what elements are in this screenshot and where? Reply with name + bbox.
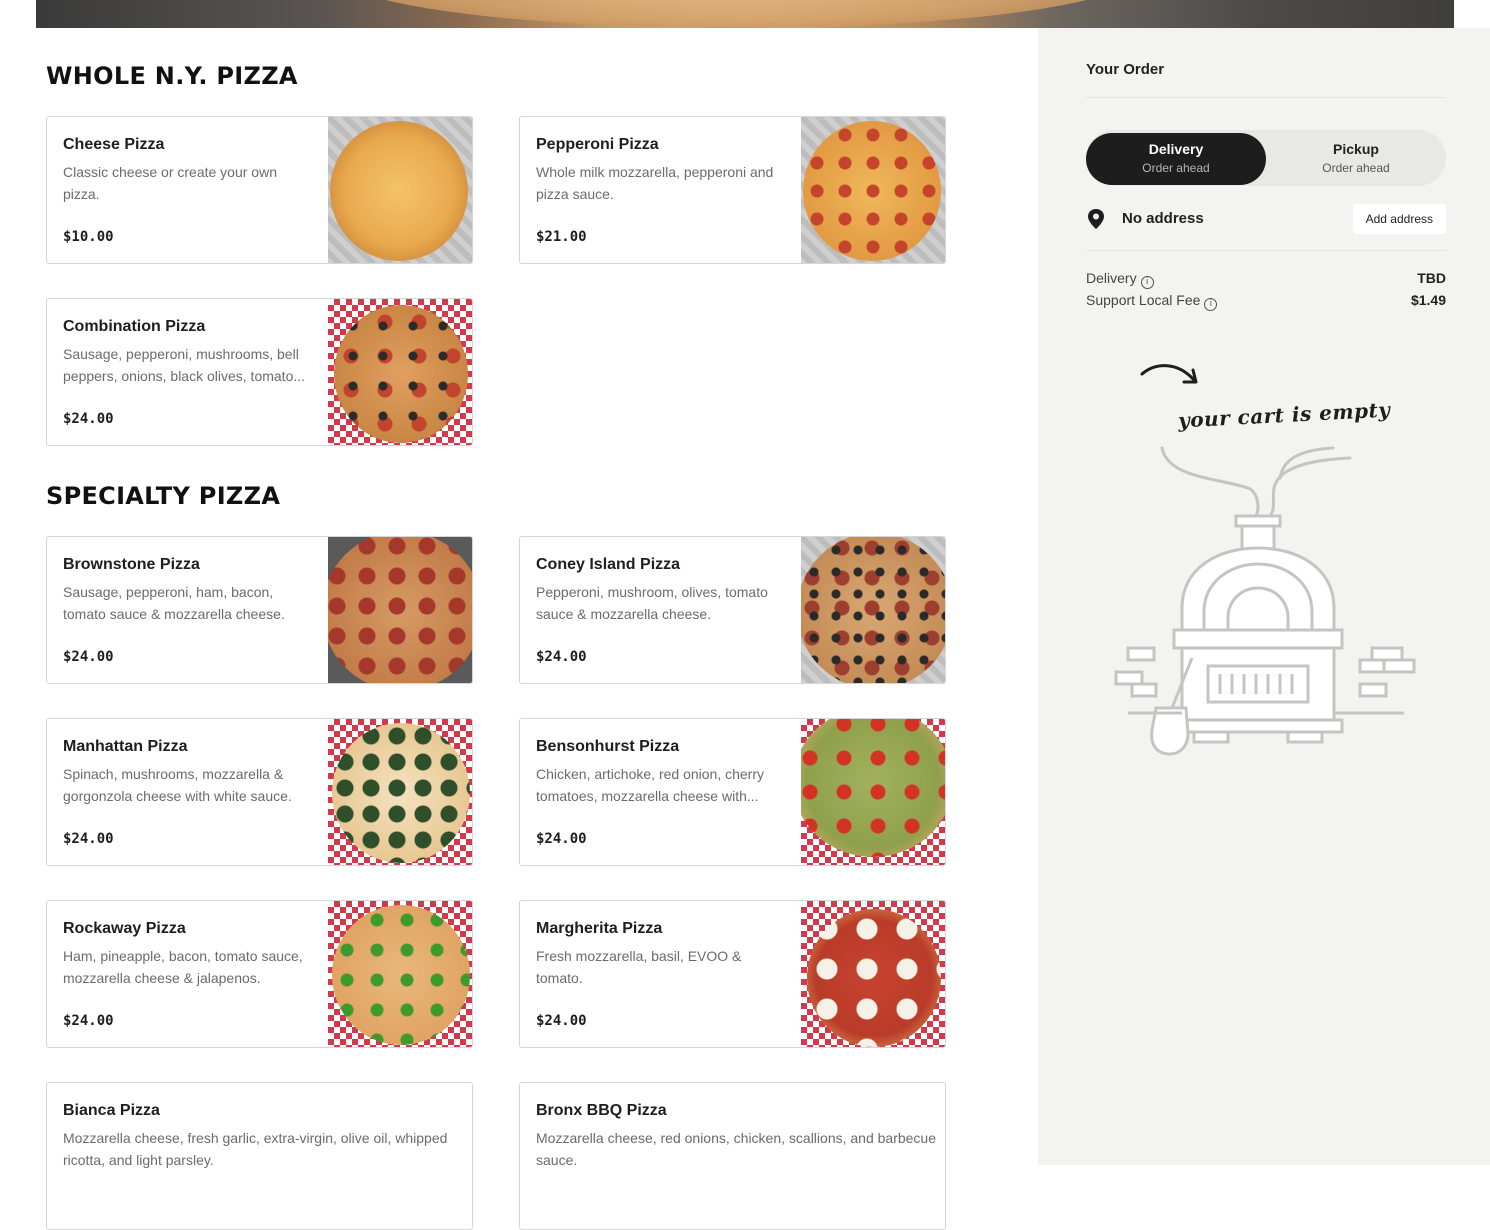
divider <box>1086 250 1446 251</box>
menu-item-margherita-pizza[interactable]: Margherita Pizza Fresh mozzarella, basil… <box>519 900 946 1048</box>
item-image <box>328 719 472 865</box>
item-description: Sausage, pepperoni, mushrooms, bell pepp… <box>63 346 306 384</box>
item-name: Rockaway Pizza <box>63 920 186 937</box>
item-name: Manhattan Pizza <box>63 738 188 755</box>
item-price: $24.00 <box>63 1013 114 1029</box>
menu-item-coney-island-pizza[interactable]: Coney Island Pizza Pepperoni, mushroom, … <box>519 536 946 684</box>
item-name: Bensonhurst Pizza <box>536 738 680 755</box>
menu-item-rockaway-pizza[interactable]: Rockaway Pizza Ham, pineapple, bacon, to… <box>46 900 473 1048</box>
pickup-option-sub: Order ahead <box>1322 161 1390 175</box>
divider <box>1086 97 1446 98</box>
item-price: $24.00 <box>536 1013 587 1029</box>
item-description: Fresh mozzarella, basil, EVOO & tomato. <box>536 948 742 986</box>
item-price: $24.00 <box>536 831 587 847</box>
menu-item-manhattan-pizza[interactable]: Manhattan Pizza Spinach, mushrooms, mozz… <box>46 718 473 866</box>
item-name: Coney Island Pizza <box>536 556 681 573</box>
fee-row-support-local: Support Local Fee i $1.49 <box>1086 292 1446 312</box>
item-image <box>801 719 945 865</box>
map-pin-icon <box>1086 208 1106 235</box>
menu-main: WHOLE N.Y. PIZZA Cheese Pizza Classic ch… <box>0 28 1038 1230</box>
address-text: No address <box>1122 210 1204 227</box>
menu-item-brownstone-pizza[interactable]: Brownstone Pizza Sausage, pepperoni, ham… <box>46 536 473 684</box>
fee-value: $1.49 <box>1410 292 1446 308</box>
item-name: Pepperoni Pizza <box>536 136 659 153</box>
item-image <box>328 299 472 445</box>
item-description: Pepperoni, mushroom, olives, tomato sauc… <box>536 584 768 622</box>
info-icon[interactable]: i <box>1204 298 1218 311</box>
item-description: Chicken, artichoke, red onion, cherry to… <box>536 766 764 804</box>
item-name: Cheese Pizza <box>63 136 165 153</box>
item-name: Combination Pizza <box>63 318 206 335</box>
delivery-option[interactable]: Delivery Order ahead <box>1086 133 1266 185</box>
item-price: $10.00 <box>63 229 114 245</box>
item-image <box>328 901 472 1047</box>
fee-label: Support Local Fee <box>1086 292 1201 308</box>
item-description: Sausage, pepperoni, ham, bacon, tomato s… <box>63 584 285 622</box>
pickup-option[interactable]: Pickup Order ahead <box>1266 133 1446 185</box>
section-title-whole-ny-pizza: WHOLE N.Y. PIZZA <box>46 62 298 90</box>
add-address-button[interactable]: Add address <box>1352 204 1446 234</box>
fulfillment-toggle: Delivery Order ahead Pickup Order ahead <box>1086 130 1446 186</box>
item-image <box>328 537 472 683</box>
menu-item-pepperoni-pizza[interactable]: Pepperoni Pizza Whole milk mozzarella, p… <box>519 116 946 264</box>
menu-item-bianca-pizza[interactable]: Bianca Pizza Mozzarella cheese, fresh ga… <box>46 1082 473 1230</box>
item-name: Bianca Pizza <box>63 1102 160 1119</box>
item-name: Bronx BBQ Pizza <box>536 1102 667 1119</box>
item-image <box>801 901 945 1047</box>
hero-banner-image <box>36 0 1454 28</box>
item-name: Brownstone Pizza <box>63 556 200 573</box>
item-description: Mozzarella cheese, fresh garlic, extra-v… <box>63 1130 448 1168</box>
order-title: Your Order <box>1086 61 1165 78</box>
item-name: Margherita Pizza <box>536 920 663 937</box>
item-description: Ham, pineapple, bacon, tomato sauce, moz… <box>63 948 303 986</box>
fee-label: Delivery <box>1086 270 1137 286</box>
item-price: $24.00 <box>536 649 587 665</box>
menu-item-bronx-bbq-pizza[interactable]: Bronx BBQ Pizza Mozzarella cheese, red o… <box>519 1082 946 1230</box>
item-price: $21.00 <box>536 229 587 245</box>
item-description: Classic cheese or create your own pizza. <box>63 164 277 202</box>
item-price: $24.00 <box>63 831 114 847</box>
order-sidebar: Your Order Delivery Order ahead Pickup O… <box>1038 28 1490 1165</box>
item-image <box>801 537 945 683</box>
fee-row-delivery: Delivery i TBD <box>1086 270 1446 290</box>
pickup-option-label: Pickup <box>1333 141 1379 157</box>
delivery-option-label: Delivery <box>1148 141 1204 157</box>
item-description: Spinach, mushrooms, mozzarella & gorgonz… <box>63 766 292 804</box>
delivery-option-sub: Order ahead <box>1142 161 1210 175</box>
menu-item-combination-pizza[interactable]: Combination Pizza Sausage, pepperoni, mu… <box>46 298 473 446</box>
item-image <box>328 117 472 263</box>
item-image <box>801 117 945 263</box>
item-price: $24.00 <box>63 649 114 665</box>
fee-value: TBD <box>1417 270 1446 286</box>
item-description: Mozzarella cheese, red onions, chicken, … <box>536 1130 936 1168</box>
pizza-oven-illustration <box>1114 446 1416 756</box>
info-icon[interactable]: i <box>1140 276 1154 289</box>
menu-item-bensonhurst-pizza[interactable]: Bensonhurst Pizza Chicken, artichoke, re… <box>519 718 946 866</box>
item-description: Whole milk mozzarella, pepperoni and piz… <box>536 164 774 202</box>
item-price: $24.00 <box>63 411 114 427</box>
menu-item-cheese-pizza[interactable]: Cheese Pizza Classic cheese or create yo… <box>46 116 473 264</box>
section-title-specialty-pizza: SPECIALTY PIZZA <box>46 482 281 510</box>
address-row: No address Add address <box>1086 204 1446 234</box>
